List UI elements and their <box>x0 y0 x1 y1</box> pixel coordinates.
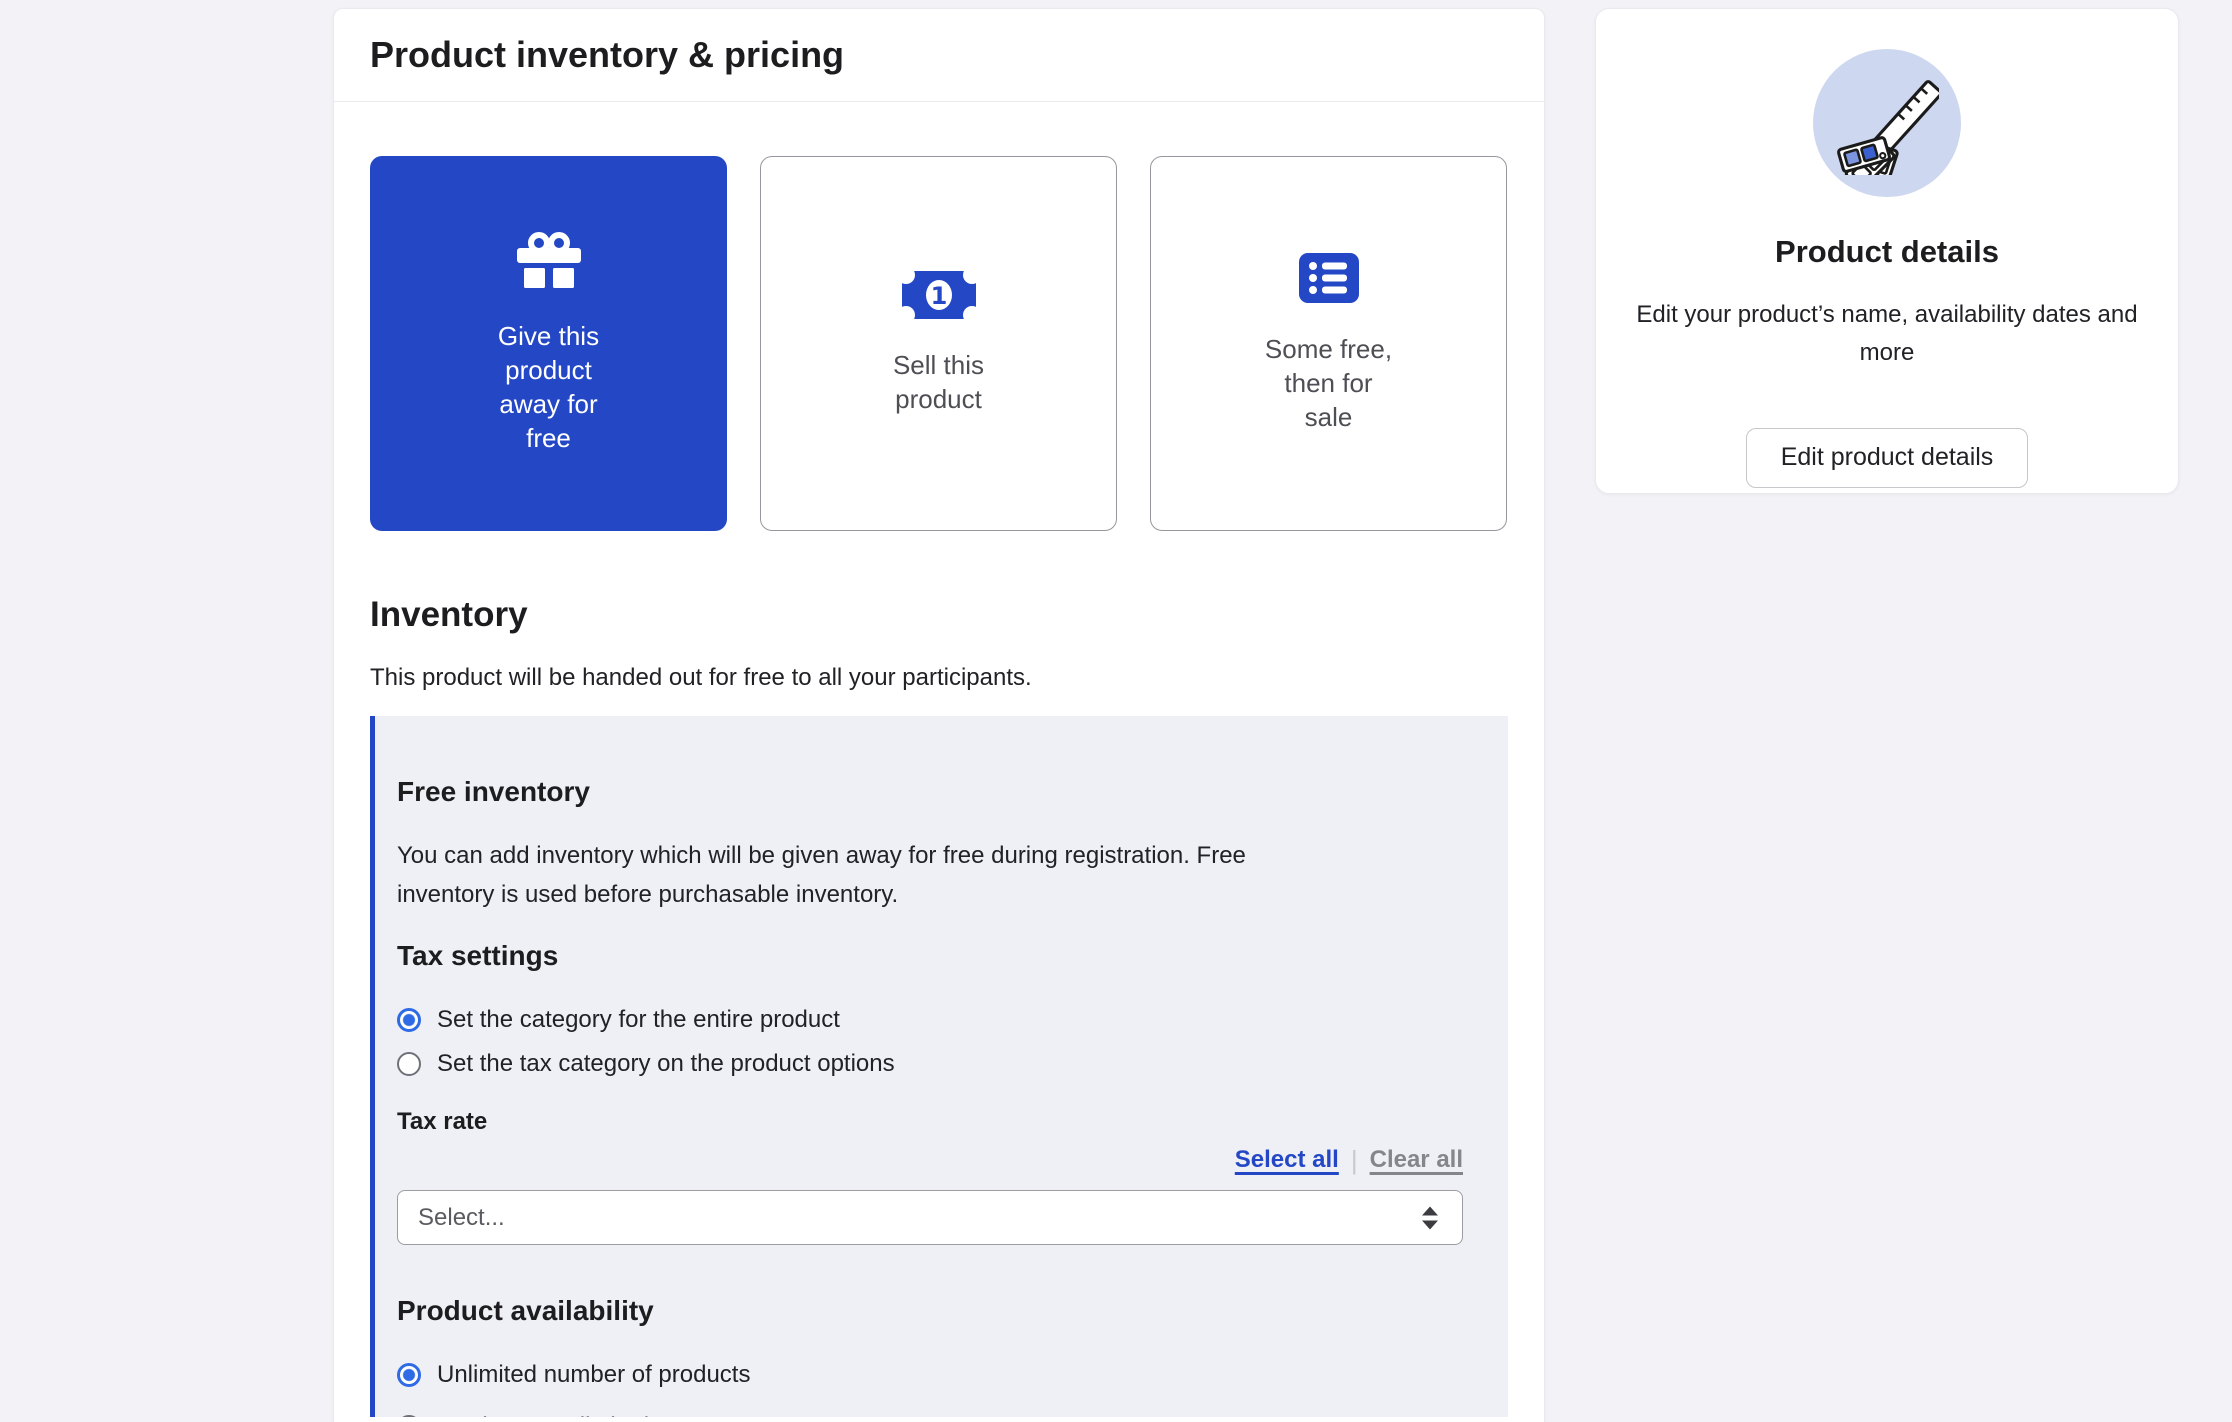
option-sell-product[interactable]: 1 Sell this product <box>760 156 1117 531</box>
page-title: Product inventory & pricing <box>370 34 844 76</box>
product-availability-heading: Product availability <box>397 1295 1463 1327</box>
radio-row-tax-product-options[interactable]: Set the tax category on the product opti… <box>397 1044 1463 1084</box>
option-label: Sell this product <box>880 348 998 416</box>
tax-rate-select-value: Select... <box>418 1204 505 1232</box>
svg-text:1: 1 <box>930 282 947 310</box>
radio-button[interactable] <box>397 1363 421 1387</box>
banknote-icon: 1 <box>902 271 976 324</box>
card-body: Give this product away for free 1 <box>334 156 1544 1417</box>
radio-label: Products are limited <box>437 1413 649 1417</box>
free-inventory-heading: Free inventory <box>397 776 1463 808</box>
product-inventory-pricing-card: Product inventory & pricing Giv <box>333 8 1545 1422</box>
details-description: Edit your product’s name, availability d… <box>1636 296 2138 372</box>
radio-label: Set the tax category on the product opti… <box>437 1050 895 1078</box>
free-inventory-panel: Free inventory You can add inventory whi… <box>370 716 1508 1417</box>
tax-rate-label: Tax rate <box>397 1108 1463 1136</box>
swatches-ruler-icon <box>1813 49 1961 197</box>
tax-settings-heading: Tax settings <box>397 940 1463 972</box>
edit-product-details-button[interactable]: Edit product details <box>1746 428 2029 488</box>
option-label: Give this product away for free <box>484 319 614 455</box>
select-arrows-icon <box>1422 1206 1438 1229</box>
radio-row-products-limited[interactable]: Products are limited <box>397 1407 1463 1417</box>
radio-label: Unlimited number of products <box>437 1361 750 1389</box>
radio-button[interactable] <box>397 1052 421 1076</box>
clear-all-link[interactable]: Clear all <box>1370 1146 1463 1174</box>
option-label: Some free, then for sale <box>1262 332 1396 434</box>
radio-row-tax-entire-product[interactable]: Set the category for the entire product <box>397 1000 1463 1040</box>
list-icon <box>1299 253 1359 308</box>
radio-label: Set the category for the entire product <box>437 1006 840 1034</box>
option-some-free-then-sale[interactable]: Some free, then for sale <box>1150 156 1507 531</box>
inventory-heading: Inventory <box>370 595 1508 635</box>
product-details-card: Product details Edit your product’s name… <box>1595 8 2179 494</box>
product-pricing-page: Product inventory & pricing Giv <box>0 0 2232 1422</box>
card-header: Product inventory & pricing <box>334 9 1544 102</box>
select-all-link[interactable]: Select all <box>1235 1146 1339 1174</box>
option-give-free[interactable]: Give this product away for free <box>370 156 727 531</box>
radio-button[interactable] <box>397 1008 421 1032</box>
gift-icon <box>517 232 581 295</box>
details-heading: Product details <box>1636 234 2138 270</box>
tax-rate-select[interactable]: Select... <box>397 1190 1463 1245</box>
pricing-options-row: Give this product away for free 1 <box>370 156 1508 531</box>
radio-row-unlimited-products[interactable]: Unlimited number of products <box>397 1355 1463 1395</box>
link-separator: | <box>1351 1145 1358 1176</box>
inventory-description: This product will be handed out for free… <box>370 664 1508 692</box>
radio-button[interactable] <box>397 1415 421 1417</box>
select-clear-links: Select all | Clear all <box>397 1144 1463 1176</box>
free-inventory-description: You can add inventory which will be give… <box>397 836 1342 914</box>
